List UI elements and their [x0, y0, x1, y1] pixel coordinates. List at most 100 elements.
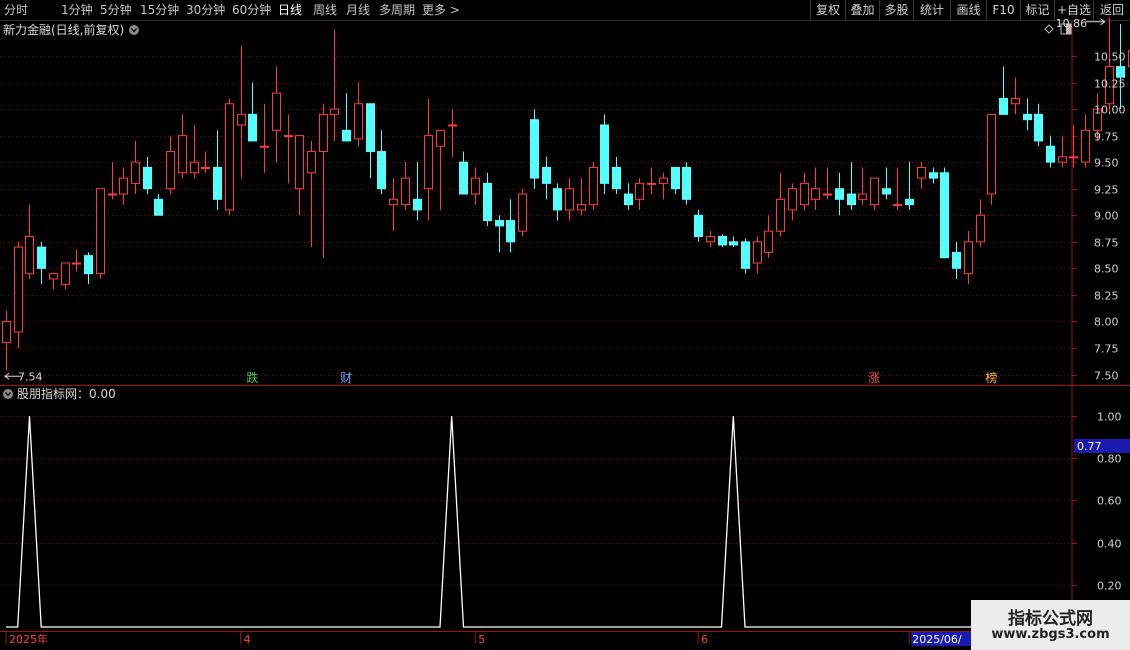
- candle-body-down: [366, 103, 375, 153]
- candle-body-up: [858, 193, 867, 200]
- diamond-icon[interactable]: [1044, 24, 1054, 34]
- candle-body-down: [413, 198, 422, 211]
- candle-body-up: [108, 193, 117, 196]
- candle-body-up: [788, 188, 797, 211]
- candle-body-down: [84, 255, 93, 275]
- price-tick-label: 9.25: [1094, 184, 1119, 197]
- candle-body-up: [811, 188, 820, 200]
- candle-body-up: [72, 262, 81, 265]
- candle-body-up: [823, 193, 832, 196]
- price-tick-label: 9.75: [1094, 131, 1119, 144]
- candle-body-up: [201, 166, 210, 169]
- candlesticks: [2, 17, 1130, 371]
- indicator-tick-label: 0.80: [1097, 453, 1122, 466]
- candle-body-down: [929, 172, 938, 179]
- indicator-tick-label: 1.00: [1097, 411, 1122, 424]
- candle-body-up: [295, 135, 304, 190]
- candle-body-up: [448, 124, 457, 127]
- candle-body-down: [1116, 66, 1125, 78]
- candle-body-down: [542, 166, 551, 184]
- timeline-label: 4: [244, 633, 251, 646]
- low-price-label: 7.54: [18, 370, 43, 383]
- candle-body-down: [682, 166, 691, 200]
- candle-body-down: [530, 119, 539, 179]
- event-marker[interactable]: 榜: [985, 370, 997, 385]
- candle-body-down: [671, 166, 680, 190]
- event-marker[interactable]: 财: [340, 371, 352, 385]
- candle-body-up: [635, 182, 644, 200]
- candle-body-up: [917, 166, 926, 179]
- price-tick-label: 7.50: [1094, 370, 1119, 383]
- candle-body-up: [49, 273, 58, 280]
- main-title-group: 新力金融(日线,前复权): [3, 22, 139, 37]
- candle-body-up: [61, 262, 70, 285]
- watermark: 指标公式网 www.zbgs3.com: [971, 600, 1130, 650]
- candle-body-down: [612, 166, 621, 190]
- candle-body-up: [893, 204, 902, 207]
- price-tick-label: 10.25: [1094, 78, 1126, 91]
- candle-body-down: [495, 220, 504, 227]
- candle-body-up: [1058, 156, 1067, 163]
- candle-body-down: [1046, 145, 1055, 163]
- candle-body-up: [647, 182, 656, 185]
- candle-body-down: [553, 188, 562, 211]
- candle-body-up: [260, 145, 269, 148]
- candle-body-up: [307, 151, 316, 174]
- candle-body-up: [1081, 129, 1090, 163]
- price-tick-label: 7.75: [1094, 343, 1119, 356]
- candle-body-up: [96, 188, 105, 275]
- candle-body-up: [706, 235, 715, 243]
- candle-body-up: [577, 204, 586, 211]
- candle-body-up: [354, 103, 363, 140]
- price-tick-label: 10.50: [1094, 51, 1126, 64]
- candle-body-down: [624, 193, 633, 206]
- candle-body-up: [764, 230, 773, 253]
- candle-body-up: [119, 177, 128, 195]
- candle-body-up: [237, 113, 246, 126]
- candle-body-up: [1011, 97, 1020, 105]
- candle-body-up: [976, 214, 985, 243]
- indicator-tick-label: 0.20: [1097, 580, 1122, 593]
- timeline-label: 5: [478, 633, 485, 646]
- candle-body-up: [800, 182, 809, 206]
- indicator-tick-label: 0.40: [1097, 538, 1122, 551]
- stock-chart: 7.50 7.75 8.00 8.25 8.50 8.75 9.00 9.25 9.50 9.75…: [0, 17, 1130, 646]
- candle-body-up: [319, 113, 328, 153]
- candle-body-down: [882, 188, 891, 195]
- event-marker[interactable]: 涨: [868, 370, 880, 385]
- event-marker[interactable]: 跌: [246, 370, 258, 385]
- candle-body-up: [330, 108, 339, 115]
- candle-body-up: [565, 188, 574, 211]
- indicator-dropdown-icon[interactable]: [3, 389, 13, 399]
- indicator-current-label: 0.77: [1077, 440, 1102, 453]
- candle-body-up: [424, 135, 433, 190]
- indicator-title-group: 股朋指标网：0.00: [3, 386, 116, 401]
- timeline-label: 2025年: [9, 632, 48, 646]
- candle-body-down: [377, 151, 386, 190]
- price-tick-label: 8.00: [1094, 316, 1119, 329]
- candle-body-down: [154, 198, 163, 216]
- candle-body-down: [952, 251, 961, 269]
- candle-body-up: [401, 177, 410, 206]
- indicator-tick-label: 0.60: [1097, 495, 1122, 508]
- candle-body-up: [389, 198, 398, 206]
- candle-body-up: [131, 161, 140, 184]
- candle-body-up: [284, 135, 293, 138]
- candle-body-up: [471, 177, 480, 195]
- candle-body-down: [213, 166, 222, 200]
- price-tick-label: 10.00: [1094, 104, 1126, 117]
- main-title-dropdown-icon[interactable]: [129, 25, 139, 35]
- candle-body-up: [225, 103, 234, 211]
- candle-body-down: [600, 124, 609, 184]
- candle-body-down: [694, 214, 703, 237]
- candle-body-down: [1034, 113, 1043, 142]
- indicator-plot: [6, 416, 1130, 628]
- candle-body-up: [753, 241, 762, 264]
- candle-body-up: [2, 320, 11, 344]
- candle-body-down: [835, 188, 844, 200]
- main-title: 新力金融(日线,前复权): [3, 22, 124, 37]
- candle-body-down: [459, 161, 468, 195]
- candle-body-up: [25, 235, 34, 275]
- candle-body-up: [166, 151, 175, 190]
- candle-body-up: [776, 198, 785, 232]
